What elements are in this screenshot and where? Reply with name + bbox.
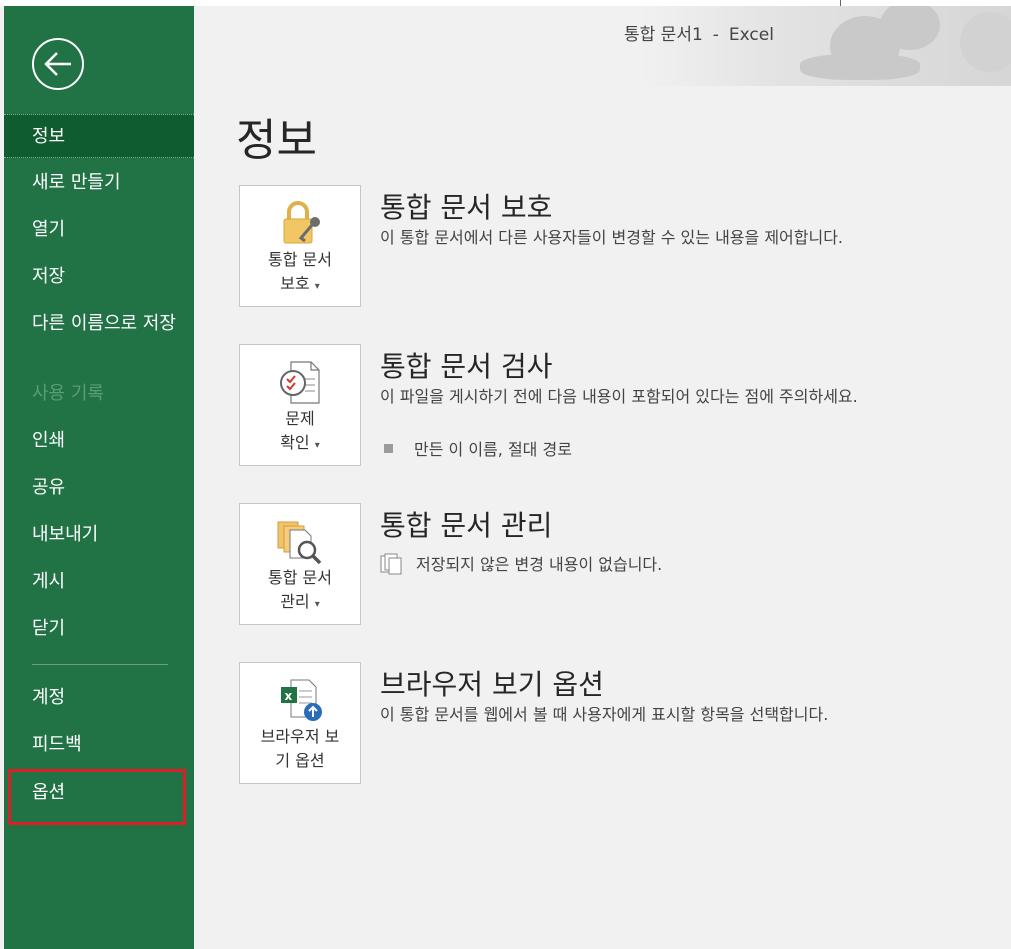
dropdown-caret-icon: ▾ [314, 599, 320, 610]
inspect-description: 이 파일을 게시하기 전에 다음 내용이 포함되어 있다는 점에 주의하세요. [380, 387, 858, 406]
browser-tile-line1: 브라우저 보 [260, 727, 340, 746]
protect-tile-label: 통합 문서 보호 ▾ [240, 248, 360, 299]
inspect-tile-line2: 확인 [280, 433, 310, 452]
protect-tile-line2: 보호 [280, 274, 310, 293]
app-name: Excel [728, 25, 774, 45]
nav-divider [32, 664, 168, 665]
nav-item-save-as[interactable]: 다른 이름으로 저장 [4, 312, 194, 368]
back-button[interactable] [32, 38, 84, 90]
nav-item-info[interactable]: 정보 [4, 114, 194, 158]
inspect-document-icon [280, 361, 320, 404]
protect-heading: 통합 문서 보호 [380, 191, 553, 224]
nav-item-export[interactable]: 내보내기 [4, 513, 194, 557]
nav-item-open[interactable]: 열기 [4, 208, 194, 252]
nav-item-account[interactable]: 계정 [4, 676, 194, 720]
browser-view-options-button[interactable]: x 브라우저 보 기 옵션 [239, 662, 361, 784]
nav-item-close[interactable]: 닫기 [4, 607, 194, 651]
manage-tile-line2: 관리 [280, 592, 310, 611]
dropdown-caret-icon: ▾ [314, 440, 320, 451]
document-name: 통합 문서1 [624, 25, 703, 45]
browser-tile-line2: 기 옵션 [275, 751, 325, 770]
bullet-square-icon [384, 444, 393, 453]
inspect-tile-label: 문제 확인 ▾ [240, 407, 360, 458]
title-separator: - [712, 25, 719, 45]
inspect-tile-line1: 문제 [285, 409, 315, 428]
manage-versions-icon [277, 521, 322, 564]
excel-web-icon: x [281, 679, 322, 721]
documents-icon [380, 553, 402, 574]
nav-item-history: 사용 기록 [32, 383, 104, 404]
page-title: 정보 [236, 115, 317, 166]
inspect-heading: 통합 문서 검사 [380, 350, 553, 383]
nav-item-options[interactable]: 옵션 [4, 771, 194, 815]
inspect-bullet: 만든 이 이름, 절대 경로 [384, 436, 572, 460]
window-title: 통합 문서1- Excel [624, 20, 774, 45]
protect-workbook-button[interactable]: 통합 문서 보호 ▾ [239, 185, 361, 307]
dropdown-caret-icon: ▾ [314, 281, 320, 292]
title-bar-artwork [640, 6, 1011, 86]
nav-item-new[interactable]: 새로 만들기 [4, 161, 194, 205]
manage-heading: 통합 문서 관리 [380, 509, 553, 542]
lock-key-icon [283, 201, 320, 244]
nav-item-save[interactable]: 저장 [4, 255, 194, 299]
svg-text:x: x [285, 689, 293, 703]
protect-tile-line1: 통합 문서 [268, 250, 332, 269]
manage-description: 저장되지 않은 변경 내용이 없습니다. [416, 555, 663, 574]
manage-tile-label: 통합 문서 관리 ▾ [240, 566, 360, 617]
manage-workbook-button[interactable]: 통합 문서 관리 ▾ [239, 503, 361, 625]
nav-item-publish[interactable]: 게시 [4, 560, 194, 604]
nav-item-feedback[interactable]: 피드백 [4, 723, 194, 767]
browser-tile-label: 브라우저 보 기 옵션 [240, 725, 360, 773]
manage-status-row: 저장되지 않은 변경 내용이 없습니다. [380, 551, 662, 577]
nav-item-print[interactable]: 인쇄 [4, 419, 194, 463]
manage-tile-line1: 통합 문서 [268, 568, 332, 587]
backstage-nav: 정보 새로 만들기 열기 저장 다른 이름으로 저장 사용 기록 인쇄 공유 내… [4, 6, 194, 949]
browser-description: 이 통합 문서를 웹에서 볼 때 사용자에게 표시할 항목을 선택합니다. [380, 705, 829, 724]
protect-description: 이 통합 문서에서 다른 사용자들이 변경할 수 있는 내용을 제어합니다. [380, 228, 844, 247]
back-arrow-icon [44, 52, 71, 76]
nav-item-share[interactable]: 공유 [4, 466, 194, 510]
inspect-bullet-text: 만든 이 이름, 절대 경로 [414, 440, 572, 459]
browser-heading: 브라우저 보기 옵션 [380, 668, 604, 701]
check-for-issues-button[interactable]: 문제 확인 ▾ [239, 344, 361, 466]
